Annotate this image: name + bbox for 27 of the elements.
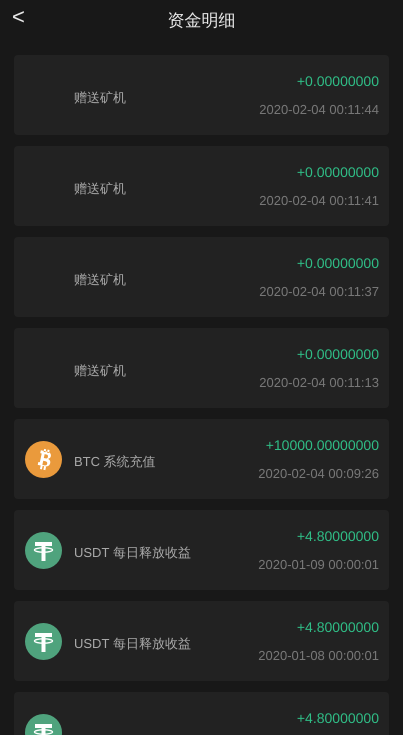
record-title: USDT 每日释放收益 bbox=[74, 544, 191, 562]
record-time: 2020-02-04 00:11:44 bbox=[259, 101, 379, 119]
record-amount: +0.00000000 bbox=[296, 254, 379, 273]
record-time: 2020-01-08 00:00:01 bbox=[258, 647, 379, 665]
record-amount: +0.00000000 bbox=[296, 163, 379, 182]
tether-icon bbox=[25, 532, 62, 568]
record-amount: +0.00000000 bbox=[296, 72, 379, 91]
record-amount: +4.80000000 bbox=[296, 618, 379, 637]
record-time: 2020-02-04 00:09:26 bbox=[258, 465, 379, 483]
record-time: 2020-02-04 00:11:13 bbox=[259, 374, 379, 392]
back-button[interactable]: < bbox=[12, 6, 25, 28]
record-time: 2020-02-04 00:11:37 bbox=[259, 283, 379, 301]
record-title: USDT 每日释放收益 bbox=[74, 635, 191, 654]
tether-icon bbox=[25, 622, 62, 660]
bitcoin-icon bbox=[25, 440, 62, 478]
record-title: 赠送矿机 bbox=[74, 362, 126, 380]
record-title: 赠送矿机 bbox=[74, 180, 126, 198]
record-title: 赠送矿机 bbox=[74, 271, 126, 290]
record-time: 2020-02-04 00:11:41 bbox=[259, 192, 379, 210]
record-title: BTC 系统充值 bbox=[74, 453, 156, 472]
record-amount: +4.80000000 bbox=[296, 527, 379, 546]
page-title: 资金明细 bbox=[168, 10, 236, 32]
record-title: 赠送矿机 bbox=[74, 89, 126, 108]
record-amount: +10000.00000000 bbox=[266, 436, 379, 455]
record-amount: +0.00000000 bbox=[296, 345, 379, 364]
record-time: 2020-01-09 00:00:01 bbox=[258, 556, 379, 574]
record-amount: +4.80000000 bbox=[296, 709, 379, 728]
